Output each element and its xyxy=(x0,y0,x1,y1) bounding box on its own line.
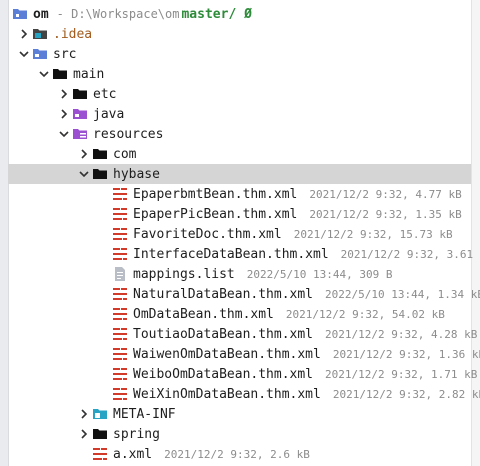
file-meta: 2021/12/2 9:32, 1.36 kB xyxy=(332,347,480,361)
project-path: - D:\Workspace\om xyxy=(56,7,180,21)
file-meta: 2021/12/2 9:32, 1.35 kB xyxy=(309,207,462,221)
tree-row-hybase[interactable]: hybase xyxy=(8,164,471,184)
tree-row-file[interactable]: InterfaceDataBean.thm.xml 2021/12/2 9:32… xyxy=(8,244,480,264)
tree-row-file[interactable]: a.xml 2021/12/2 9:32, 2.6 kB xyxy=(8,444,471,464)
tree-row-file[interactable]: NaturalDataBean.thm.xml 2022/5/10 13:44,… xyxy=(8,284,480,304)
node-label: EpaperbmtBean.thm.xml xyxy=(133,186,298,202)
project-folder-icon xyxy=(12,6,28,22)
folder-icon xyxy=(92,426,108,442)
file-meta: 2021/12/2 9:32, 1.71 kB xyxy=(325,367,478,381)
tree-row-spring[interactable]: spring xyxy=(8,424,471,444)
tree-row-file[interactable]: WeiXinOmDataBean.thm.xml 2021/12/2 9:32,… xyxy=(8,384,480,404)
tree-row-file[interactable]: FavoriteDoc.thm.xml 2021/12/2 9:32, 15.7… xyxy=(8,224,471,244)
folder-icon xyxy=(92,146,108,162)
tree-row-file[interactable]: EpaperbmtBean.thm.xml 2021/12/2 9:32, 4.… xyxy=(8,184,471,204)
tree-row-idea[interactable]: .idea xyxy=(8,24,471,44)
xml-file-icon xyxy=(112,206,128,222)
idea-folder-icon xyxy=(32,26,48,42)
xml-file-icon xyxy=(112,326,128,342)
file-meta: 2021/12/2 9:32, 15.73 kB xyxy=(293,227,453,241)
tree-row-main[interactable]: main xyxy=(8,64,471,84)
file-meta: 2021/12/2 9:32, 3.61 kB xyxy=(340,247,480,261)
node-label: src xyxy=(53,46,77,62)
node-label: WeiXinOmDataBean.thm.xml xyxy=(133,386,321,402)
xml-file-icon xyxy=(112,246,128,262)
file-meta: 2021/12/2 9:32, 4.77 kB xyxy=(309,187,462,201)
xml-file-icon xyxy=(112,386,128,402)
xml-file-icon xyxy=(112,186,128,202)
xml-file-icon xyxy=(112,226,128,242)
tree-row-file[interactable]: OmDataBean.thm.xml 2021/12/2 9:32, 54.02… xyxy=(8,304,471,324)
tree-row-file[interactable]: WaiwenOmDataBean.thm.xml 2021/12/2 9:32,… xyxy=(8,344,480,364)
node-label: a.xml xyxy=(113,446,153,462)
folder-icon xyxy=(92,166,108,182)
chevron-down-icon[interactable] xyxy=(76,164,92,184)
chevron-down-icon[interactable] xyxy=(16,44,32,64)
chevron-right-icon[interactable] xyxy=(56,104,72,124)
node-label: OmDataBean.thm.xml xyxy=(133,306,274,322)
project-tree: om - D:\Workspace\om master/ Ø .idea src… xyxy=(0,0,480,466)
node-label: com xyxy=(113,146,137,162)
folder-icon xyxy=(52,66,68,82)
chevron-right-icon[interactable] xyxy=(16,24,32,44)
tree-row-file[interactable]: WeiboOmDataBean.thm.xml 2021/12/2 9:32, … xyxy=(8,364,477,384)
node-label: main xyxy=(73,66,105,82)
file-meta: 2021/12/2 9:32, 2.82 kB xyxy=(332,387,480,401)
tree-row-file[interactable]: ToutiaoDataBean.thm.xml 2021/12/2 9:32, … xyxy=(8,324,477,344)
xml-file-icon xyxy=(112,346,128,362)
tree-row-java[interactable]: java xyxy=(8,104,471,124)
chevron-right-icon[interactable] xyxy=(56,84,72,104)
resources-folder-icon xyxy=(72,126,88,142)
node-label: .idea xyxy=(53,26,93,42)
vcs-branch: master/ Ø xyxy=(181,6,252,22)
node-label: EpaperPicBean.thm.xml xyxy=(133,206,298,222)
node-label: java xyxy=(93,106,125,122)
node-label: InterfaceDataBean.thm.xml xyxy=(133,246,329,262)
xml-file-icon xyxy=(112,286,128,302)
tree-row-file[interactable]: EpaperPicBean.thm.xml 2021/12/2 9:32, 1.… xyxy=(8,204,471,224)
file-meta: 2022/5/10 13:44, 1.34 kB xyxy=(325,287,480,301)
xml-file-icon xyxy=(92,446,108,462)
text-file-icon xyxy=(112,266,128,282)
node-label: FavoriteDoc.thm.xml xyxy=(133,226,282,242)
chevron-down-icon[interactable] xyxy=(36,64,52,84)
node-label: NaturalDataBean.thm.xml xyxy=(133,286,314,302)
tree-row-src[interactable]: src xyxy=(8,44,471,64)
node-label: ToutiaoDataBean.thm.xml xyxy=(133,326,314,342)
xml-file-icon xyxy=(112,366,128,382)
node-label: spring xyxy=(113,426,160,442)
node-label: WaiwenOmDataBean.thm.xml xyxy=(133,346,321,362)
tree-row-file[interactable]: mappings.list 2022/5/10 13:44, 309 B xyxy=(8,264,471,284)
tree-row-project-root[interactable]: om - D:\Workspace\om master/ Ø xyxy=(8,4,471,24)
source-folder-icon xyxy=(32,46,48,62)
chevron-down-icon[interactable] xyxy=(56,124,72,144)
chevron-right-icon[interactable] xyxy=(76,424,92,444)
chevron-right-icon[interactable] xyxy=(76,144,92,164)
folder-icon xyxy=(72,86,88,102)
tree-row-meta-inf[interactable]: META-INF xyxy=(8,404,471,424)
file-meta: 2021/12/2 9:32, 4.28 kB xyxy=(325,327,478,341)
file-meta: 2022/5/10 13:44, 309 B xyxy=(246,267,393,281)
meta-inf-folder-icon xyxy=(92,406,108,422)
node-label: WeiboOmDataBean.thm.xml xyxy=(133,366,314,382)
source-folder-icon xyxy=(72,106,88,122)
tree-row-resources[interactable]: resources xyxy=(8,124,471,144)
node-label: hybase xyxy=(113,166,160,182)
chevron-right-icon[interactable] xyxy=(76,404,92,424)
node-label: META-INF xyxy=(113,406,176,422)
tree-row-etc[interactable]: etc xyxy=(8,84,471,104)
node-label: mappings.list xyxy=(133,266,235,282)
node-label: etc xyxy=(93,86,117,102)
project-name: om xyxy=(33,6,49,22)
tree-row-com[interactable]: com xyxy=(8,144,471,164)
xml-file-icon xyxy=(112,306,128,322)
file-meta: 2021/12/2 9:32, 2.6 kB xyxy=(164,447,310,461)
node-label: resources xyxy=(93,126,164,142)
file-meta: 2021/12/2 9:32, 54.02 kB xyxy=(285,307,445,321)
